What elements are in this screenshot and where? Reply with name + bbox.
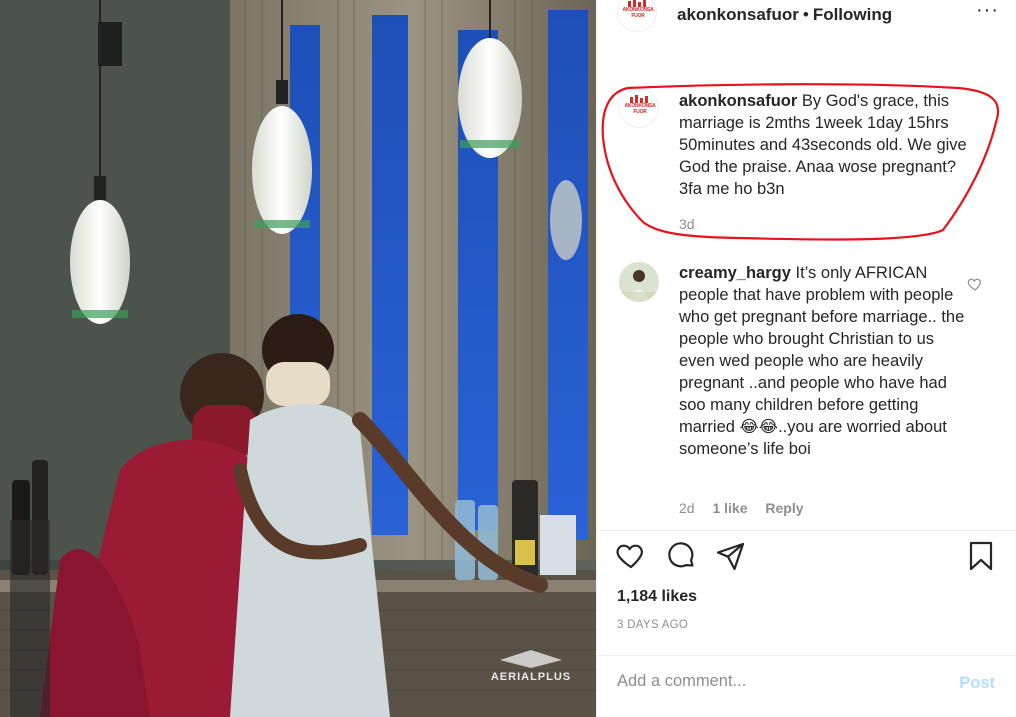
comment-meta: 2d 1 like Reply bbox=[679, 500, 818, 516]
save-bookmark-icon[interactable] bbox=[965, 540, 997, 572]
author-username[interactable]: akonkonsafuor bbox=[677, 5, 799, 24]
brand-logo-text: AKONKONSA FUOR bbox=[624, 103, 656, 115]
share-paper-plane-icon[interactable] bbox=[715, 540, 747, 572]
more-options-icon[interactable]: ··· bbox=[976, 0, 999, 20]
brand-logo-text: AKONKONSA FUOR bbox=[622, 7, 654, 19]
caption-username[interactable]: akonkonsafuor bbox=[679, 92, 797, 110]
brand-logo-icon bbox=[628, 0, 646, 7]
post-header: AKONKONSA FUOR akonkonsafuor • Following ·… bbox=[597, 0, 1016, 34]
comment-text: It’s only AFRICAN people that have probl… bbox=[679, 264, 965, 458]
caption-time[interactable]: 3d bbox=[679, 216, 695, 232]
avatar-photo-icon bbox=[619, 262, 659, 302]
comment-icon[interactable] bbox=[665, 540, 697, 572]
comment-time[interactable]: 2d bbox=[679, 500, 695, 516]
author-avatar[interactable]: AKONKONSA FUOR bbox=[617, 0, 657, 32]
comment-text-block: creamy_hargy It’s only AFRICAN people th… bbox=[679, 262, 969, 460]
comment-likes[interactable]: 1 like bbox=[712, 500, 747, 516]
post-date[interactable]: 3 DAYS AGO bbox=[617, 619, 688, 631]
add-comment-input[interactable]: Add a comment... bbox=[617, 672, 917, 691]
brand-logo-icon bbox=[630, 95, 648, 103]
caption-text-block: akonkonsafuor By God's grace, this marri… bbox=[679, 90, 969, 200]
separator-dot: • bbox=[802, 5, 809, 24]
watermark-text: AERIALPLUS bbox=[491, 671, 571, 683]
likes-count[interactable]: 1,184 likes bbox=[617, 588, 697, 606]
like-heart-icon[interactable] bbox=[615, 540, 647, 572]
following-button[interactable]: Following bbox=[813, 5, 892, 24]
caption-meta: 3d bbox=[679, 216, 709, 232]
add-comment-bar: Add a comment... Post bbox=[597, 655, 1016, 717]
couple-photo-illustration: AERIALPLUS bbox=[0, 0, 596, 717]
comment-like-heart-icon[interactable] bbox=[967, 276, 983, 292]
author-line: akonkonsafuor • Following bbox=[677, 5, 892, 25]
post-photo[interactable]: AERIALPLUS bbox=[0, 0, 596, 717]
caption-avatar[interactable]: AKONKONSA FUOR bbox=[619, 88, 659, 128]
action-bar bbox=[597, 540, 1016, 580]
divider bbox=[597, 530, 1016, 531]
post-comment-button[interactable]: Post bbox=[959, 674, 995, 693]
reply-button[interactable]: Reply bbox=[765, 500, 803, 516]
comment-username[interactable]: creamy_hargy bbox=[679, 264, 791, 282]
commenter-avatar[interactable] bbox=[619, 262, 659, 302]
post-side-panel: AKONKONSA FUOR akonkonsafuor • Following ·… bbox=[596, 0, 1016, 717]
